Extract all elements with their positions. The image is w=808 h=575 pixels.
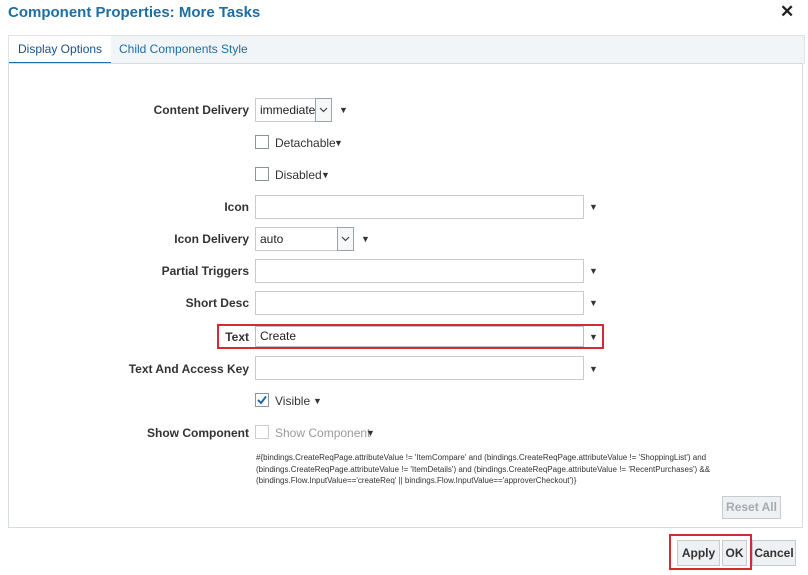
show-component-label: Show Component [147, 426, 249, 440]
tab-bar: Display Options Child Components Style [8, 35, 805, 64]
content-delivery-value: immediate [260, 103, 316, 117]
disabled-options-icon[interactable]: ▼ [321, 169, 330, 181]
expression-line: #{bindings.CreateReqPage.attributeValue … [256, 453, 707, 462]
text-input[interactable]: Create [255, 326, 584, 347]
content-delivery-select[interactable]: immediate [255, 98, 332, 122]
tab-style[interactable]: Style [212, 36, 257, 63]
visible-label: Visible [275, 394, 311, 408]
icon-delivery-options-icon[interactable]: ▼ [361, 233, 370, 245]
show-component-checkbox-label: Show Component [275, 426, 371, 440]
short-desc-label: Short Desc [185, 296, 249, 310]
tab-display-options[interactable]: Display Options [9, 36, 112, 64]
select-button[interactable] [315, 98, 332, 122]
text-and-access-key-label: Text And Access Key [128, 362, 249, 376]
icon-input[interactable] [255, 195, 584, 219]
close-icon[interactable]: ✕ [780, 3, 794, 20]
cancel-button[interactable]: Cancel [752, 540, 796, 566]
detachable-options-icon[interactable]: ▼ [334, 137, 343, 149]
icon-delivery-label: Icon Delivery [174, 232, 249, 246]
tab-child-components[interactable]: Child Components [110, 36, 227, 63]
short-desc-options-icon[interactable]: ▼ [589, 297, 598, 309]
show-component-expression: #{bindings.CreateReqPage.attributeValue … [256, 452, 716, 487]
content-delivery-options-icon[interactable]: ▼ [339, 104, 348, 116]
show-component-options-icon[interactable]: ▼ [366, 427, 375, 439]
show-component-checkbox[interactable] [255, 425, 269, 439]
detachable-label: Detachable [275, 136, 336, 150]
short-desc-input[interactable] [255, 291, 584, 315]
icon-options-icon[interactable]: ▼ [589, 201, 598, 213]
partial-triggers-options-icon[interactable]: ▼ [589, 265, 598, 277]
dialog-title: Component Properties: More Tasks [8, 4, 261, 21]
disabled-label: Disabled [275, 168, 322, 182]
disabled-checkbox[interactable] [255, 167, 269, 181]
expression-line: (bindings.Flow.InputValue=='createReq' |… [256, 476, 577, 485]
visible-checkbox[interactable] [255, 393, 269, 407]
content-delivery-label: Content Delivery [153, 103, 249, 117]
icon-label: Icon [224, 200, 249, 214]
apply-button[interactable]: Apply [677, 540, 720, 566]
detachable-checkbox[interactable] [255, 135, 269, 149]
visible-options-icon[interactable]: ▼ [313, 395, 322, 407]
text-and-access-key-options-icon[interactable]: ▼ [589, 363, 598, 375]
ok-button[interactable]: OK [722, 540, 747, 566]
select-button[interactable] [337, 227, 354, 251]
text-and-access-key-input[interactable] [255, 356, 584, 380]
text-label: Text [225, 330, 249, 344]
expression-line: (bindings.CreateReqPage.attributeValue !… [256, 464, 711, 474]
text-options-icon[interactable]: ▼ [589, 331, 598, 343]
partial-triggers-input[interactable] [255, 259, 584, 283]
icon-delivery-select[interactable]: auto [255, 227, 354, 251]
partial-triggers-label: Partial Triggers [161, 264, 249, 278]
reset-all-button[interactable]: Reset All [722, 496, 781, 519]
icon-delivery-value: auto [260, 232, 284, 246]
